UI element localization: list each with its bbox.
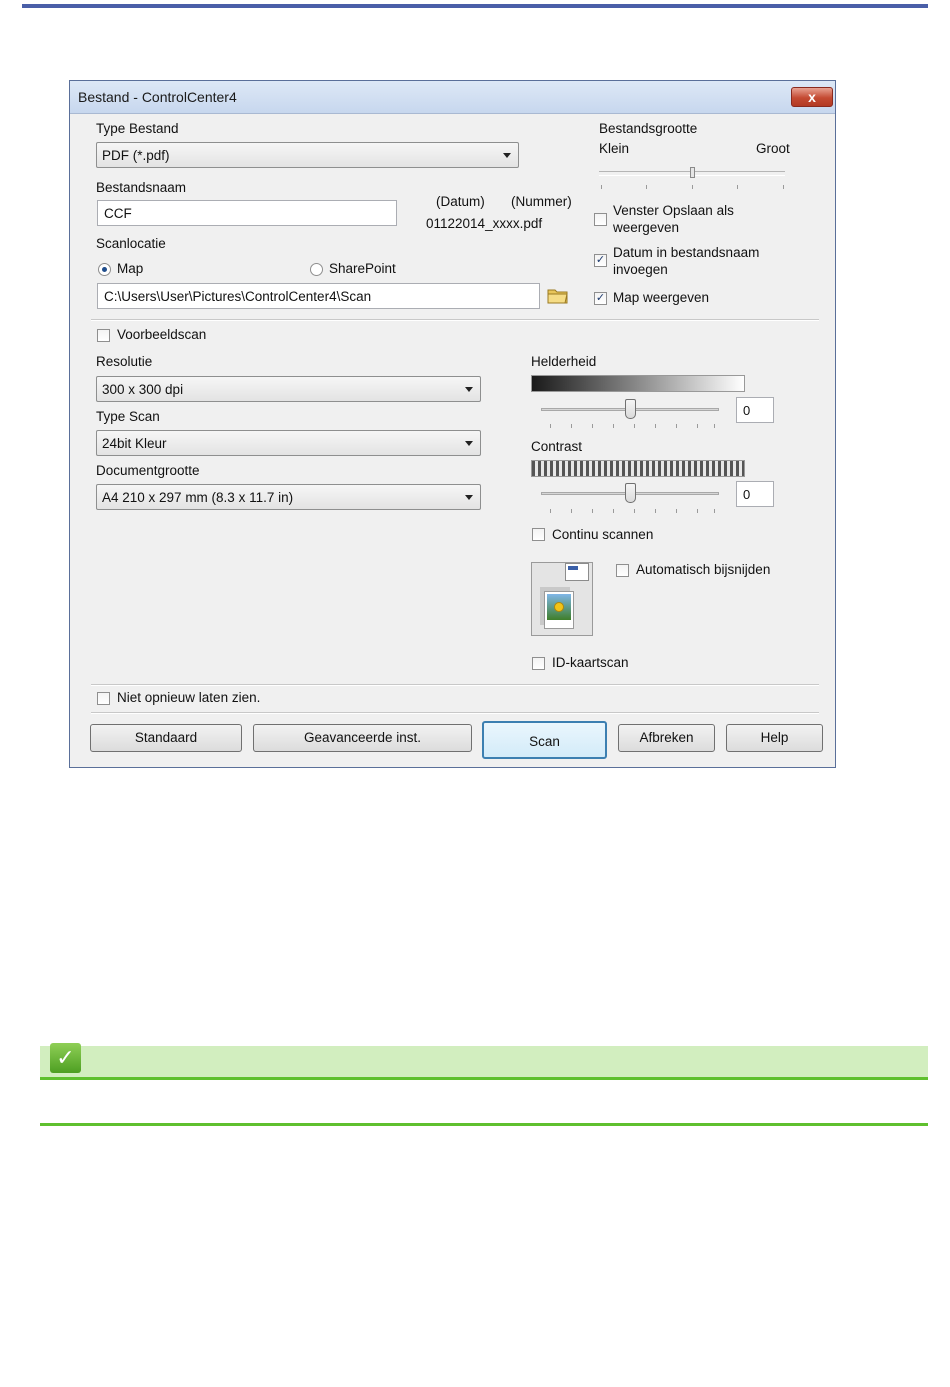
resolution-label: Resolutie xyxy=(96,354,153,369)
contrast-input[interactable]: 0 xyxy=(736,481,774,507)
document-size-label: Documentgrootte xyxy=(96,463,200,478)
brightness-slider-thumb[interactable] xyxy=(625,399,636,419)
checkmark-icon: ✓ xyxy=(50,1043,81,1073)
auto-crop-label: Automatisch bijsnijden xyxy=(636,562,771,577)
file-name-label: Bestandsnaam xyxy=(96,180,187,195)
brightness-input[interactable]: 0 xyxy=(736,397,774,423)
file-type-dropdown[interactable]: PDF (*.pdf) xyxy=(96,142,519,168)
radio-map[interactable] xyxy=(98,263,111,276)
folder-icon[interactable] xyxy=(547,286,569,304)
dont-show-again-checkbox[interactable] xyxy=(97,692,110,705)
scan-location-label: Scanlocatie xyxy=(96,236,166,251)
cancel-button[interactable]: Afbreken xyxy=(618,724,715,752)
brightness-gradient xyxy=(531,375,745,392)
radio-map-label: Map xyxy=(117,261,144,276)
note-bottom-line xyxy=(40,1123,928,1126)
file-size-small-label: Klein xyxy=(599,141,630,156)
contrast-slider-thumb[interactable] xyxy=(625,483,636,503)
show-save-window-checkbox[interactable] xyxy=(594,213,607,226)
date-header: (Datum) xyxy=(436,194,485,209)
document-size-value: A4 210 x 297 mm (8.3 x 11.7 in) xyxy=(102,490,294,505)
dont-show-again-label: Niet opnieuw laten zien. xyxy=(117,690,261,705)
help-button[interactable]: Help xyxy=(726,724,823,752)
continuous-scan-label: Continu scannen xyxy=(552,527,654,542)
preview-scan-checkbox[interactable] xyxy=(97,329,110,342)
id-card-scan-checkbox[interactable] xyxy=(532,657,545,670)
top-accent-bar xyxy=(22,4,928,8)
contrast-label: Contrast xyxy=(531,439,583,454)
show-folder-checkbox[interactable]: ✓ xyxy=(594,292,607,305)
scan-button[interactable]: Scan xyxy=(482,721,607,759)
radio-sharepoint-label: SharePoint xyxy=(329,261,396,276)
brightness-label: Helderheid xyxy=(531,354,597,369)
number-header: (Nummer) xyxy=(511,194,572,209)
document-size-dropdown[interactable]: A4 210 x 297 mm (8.3 x 11.7 in) xyxy=(96,484,481,510)
chevron-down-icon xyxy=(465,441,473,446)
scan-to-file-dialog: Bestand - ControlCenter4 x Type Bestand … xyxy=(69,80,836,768)
continuous-scan-checkbox[interactable] xyxy=(532,528,545,541)
show-save-window-label: Venster Opslaan als weergeven xyxy=(613,203,734,235)
title-bar: Bestand - ControlCenter4 x xyxy=(70,81,835,114)
file-size-slider-thumb[interactable] xyxy=(690,167,695,178)
file-type-value: PDF (*.pdf) xyxy=(102,148,170,163)
date-in-filename-checkbox[interactable]: ✓ xyxy=(594,254,607,267)
file-name-value: CCF xyxy=(104,206,132,221)
file-type-label: Type Bestand xyxy=(96,121,179,136)
radio-sharepoint[interactable] xyxy=(310,263,323,276)
scan-path-input[interactable]: C:\Users\User\Pictures\ControlCenter4\Sc… xyxy=(97,283,540,309)
file-size-label: Bestandsgrootte xyxy=(599,121,698,136)
file-name-preview: 01122014_xxxx.pdf xyxy=(426,216,543,231)
scan-path-value: C:\Users\User\Pictures\ControlCenter4\Sc… xyxy=(104,289,372,304)
preview-scan-label: Voorbeeldscan xyxy=(117,327,207,342)
chevron-down-icon xyxy=(465,387,473,392)
note-header xyxy=(40,1046,928,1077)
contrast-pattern xyxy=(531,460,745,477)
resolution-value: 300 x 300 dpi xyxy=(102,382,184,397)
date-in-filename-label: Datum in bestandsnaam invoegen xyxy=(613,245,760,277)
note-divider xyxy=(40,1077,928,1080)
separator xyxy=(91,712,819,714)
resolution-dropdown[interactable]: 300 x 300 dpi xyxy=(96,376,481,402)
default-button[interactable]: Standaard xyxy=(90,724,242,752)
advanced-settings-button[interactable]: Geavanceerde inst. xyxy=(253,724,472,752)
scan-type-label: Type Scan xyxy=(96,409,160,424)
close-button[interactable]: x xyxy=(791,87,833,107)
auto-crop-checkbox[interactable] xyxy=(616,564,629,577)
separator xyxy=(91,684,819,686)
chevron-down-icon xyxy=(503,153,511,158)
file-name-input[interactable]: CCF xyxy=(97,200,397,226)
scan-type-value: 24bit Kleur xyxy=(102,436,167,451)
id-card-scan-label: ID-kaartscan xyxy=(552,655,629,670)
file-size-large-label: Groot xyxy=(756,141,790,156)
show-folder-label: Map weergeven xyxy=(613,290,710,305)
dialog-title: Bestand - ControlCenter4 xyxy=(78,89,237,105)
chevron-down-icon xyxy=(465,495,473,500)
scan-type-dropdown[interactable]: 24bit Kleur xyxy=(96,430,481,456)
separator xyxy=(91,319,819,321)
auto-crop-illustration xyxy=(531,562,593,636)
close-icon: x xyxy=(808,89,816,105)
